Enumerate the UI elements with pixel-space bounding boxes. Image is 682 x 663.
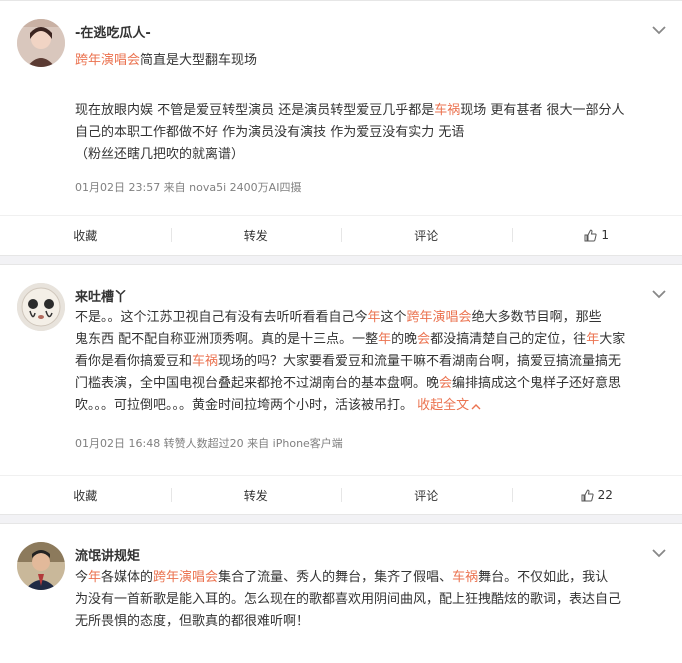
thumbs-up-icon <box>581 489 594 502</box>
comment-button[interactable]: 评论 <box>341 476 512 514</box>
text-segment: 自己的本职工作都做不好 作为演员没有演技 作为爱豆没有实力 无语 <box>75 125 464 140</box>
keyword-highlight: 会 <box>439 376 452 391</box>
collapse-label: 收起全文 <box>413 398 469 413</box>
comment-label: 评论 <box>414 487 438 504</box>
username[interactable]: 流氓讲规矩 <box>75 545 140 564</box>
action-bar: 收藏 转发 评论 22 <box>0 475 682 514</box>
keyword-highlight: 车祸 <box>434 103 460 118</box>
text-segment: 集合了流量、秀人的舞台，集齐了假唱、 <box>218 570 452 585</box>
text-segment: 舞台。不仅如此，我认 <box>478 570 608 585</box>
chevron-up-icon <box>471 399 481 412</box>
text-line: 为没有一首新歌是能入耳的。怎么现在的歌都喜欢用阴间曲风，配上狂拽酷炫的歌词，表达… <box>75 589 664 611</box>
text-segment: 大家 <box>599 332 625 347</box>
comment-meta: 01月02日 23:57 来自 nova5i 2400万AI四摄 <box>75 179 301 195</box>
text-segment: 这个 <box>381 310 407 325</box>
thumbs-up-icon <box>584 229 597 242</box>
comment-label: 评论 <box>414 227 438 244</box>
comment-text: 现在放眼内娱 不管是爱豆转型演员 还是演员转型爱豆几乎都是车祸现场 更有甚者 很… <box>75 100 664 166</box>
text-line: （粉丝还瞎几把吹的就离谱） <box>75 144 664 166</box>
like-count: 1 <box>601 228 609 242</box>
text-segment: 简直是大型翻车现场 <box>140 53 257 68</box>
text-segment: 为没有一首新歌是能入耳的。怎么现在的歌都喜欢用阴间曲风，配上狂拽酷炫的歌词，表达… <box>75 592 621 607</box>
text-line: 现在放眼内娱 不管是爱豆转型演员 还是演员转型爱豆几乎都是车祸现场 更有甚者 很… <box>75 100 664 122</box>
text-segment: 门槛表演，全中国电视台叠起来都抢不过湖南台的基本盘啊。晚 <box>75 376 439 391</box>
text-line: 门槛表演，全中国电视台叠起来都抢不过湖南台的基本盘啊。晚会编排搞成这个鬼样子还好… <box>75 373 664 395</box>
text-line: 自己的本职工作都做不好 作为演员没有演技 作为爱豆没有实力 无语 <box>75 122 664 144</box>
repost-button[interactable]: 转发 <box>171 476 342 514</box>
like-button[interactable]: 22 <box>512 476 682 514</box>
keyword-highlight: 年 <box>586 332 599 347</box>
like-button[interactable]: 1 <box>512 216 682 254</box>
text-segment: 都没搞清楚自己的定位，往 <box>430 332 586 347</box>
text-segment: 绝大多数节目啊，那些 <box>472 310 602 325</box>
keyword-highlight: 年 <box>368 310 381 325</box>
text-segment: 现场的吗？大家要看爱豆和流量干嘛不看湖南台啊，搞爱豆搞流量搞无 <box>218 354 621 369</box>
repost-label: 转发 <box>244 487 268 504</box>
like-count: 22 <box>598 488 613 502</box>
keyword-highlight: 年 <box>378 332 391 347</box>
text-segment: 看你是看你搞爱豆和 <box>75 354 192 369</box>
collect-button[interactable]: 收藏 <box>0 216 171 254</box>
post-title: 跨年演唱会简直是大型翻车现场 <box>75 50 664 72</box>
keyword-highlight: 跨年演唱会 <box>407 310 472 325</box>
repost-button[interactable]: 转发 <box>171 216 342 254</box>
comment-card: -在逃吃瓜人- 跨年演唱会简直是大型翻车现场 现在放眼内娱 不管是爱豆转型演员 … <box>0 0 682 256</box>
chevron-down-icon[interactable] <box>652 25 666 35</box>
comment-button[interactable]: 评论 <box>341 216 512 254</box>
text-line: 不是。。这个江苏卫视自己有没有去听听看看自己今年这个跨年演唱会绝大多数节目啊，那… <box>75 307 664 329</box>
text-segment: 各媒体的 <box>101 570 153 585</box>
action-bar: 收藏 转发 评论 1 <box>0 215 682 254</box>
keyword-highlight: 跨年演唱会 <box>75 53 140 68</box>
keyword-highlight: 车祸 <box>192 354 218 369</box>
comment-card: 流氓讲规矩 今年各媒体的跨年演唱会集合了流量、秀人的舞台，集齐了假唱、车祸舞台。… <box>0 523 682 663</box>
text-line: 鬼东西 配不配自称亚洲顶秀啊。真的是十三点。一整年的晚会都没搞清楚自己的定位，往… <box>75 329 664 351</box>
comment-text: 今年各媒体的跨年演唱会集合了流量、秀人的舞台，集齐了假唱、车祸舞台。不仅如此，我… <box>75 567 664 633</box>
username[interactable]: 来吐槽丫 <box>75 286 127 305</box>
text-segment: 吹。。。可拉倒吧。。。黄金时间拉垮两个小时，活该被吊打。 <box>75 398 413 413</box>
repost-label: 转发 <box>244 227 268 244</box>
keyword-highlight: 年 <box>88 570 101 585</box>
collect-label: 收藏 <box>73 487 97 504</box>
text-segment: 的晚 <box>391 332 417 347</box>
collect-button[interactable]: 收藏 <box>0 476 171 514</box>
text-line: 吹。。。可拉倒吧。。。黄金时间拉垮两个小时，活该被吊打。 收起全文 <box>75 395 664 417</box>
text-segment: 编排搞成这个鬼样子还好意思 <box>452 376 621 391</box>
keyword-highlight: 跨年演唱会 <box>153 570 218 585</box>
username[interactable]: -在逃吃瓜人- <box>75 22 151 41</box>
comment-card: 来吐槽丫 不是。。这个江苏卫视自己有没有去听听看看自己今年这个跨年演唱会绝大多数… <box>0 264 682 515</box>
avatar[interactable] <box>17 542 65 590</box>
text-segment: 现在放眼内娱 不管是爱豆转型演员 还是演员转型爱豆几乎都是 <box>75 103 434 118</box>
text-line: 今年各媒体的跨年演唱会集合了流量、秀人的舞台，集齐了假唱、车祸舞台。不仅如此，我… <box>75 567 664 589</box>
text-segment: 无所畏惧的态度，但歌真的都很难听啊！ <box>75 614 309 629</box>
text-line: 无所畏惧的态度，但歌真的都很难听啊！ <box>75 611 664 633</box>
collapse-text-link[interactable]: 收起全文 <box>413 398 481 413</box>
comment-text: 不是。。这个江苏卫视自己有没有去听听看看自己今年这个跨年演唱会绝大多数节目啊，那… <box>75 307 664 417</box>
keyword-highlight: 会 <box>417 332 430 347</box>
avatar[interactable] <box>17 19 65 67</box>
keyword-highlight: 车祸 <box>452 570 478 585</box>
text-segment: （粉丝还瞎几把吹的就离谱） <box>75 147 244 162</box>
chevron-down-icon[interactable] <box>652 289 666 299</box>
text-segment: 今 <box>75 570 88 585</box>
avatar[interactable] <box>17 283 65 331</box>
text-segment: 不是。。这个江苏卫视自己有没有去听听看看自己今 <box>75 310 368 325</box>
collect-label: 收藏 <box>73 227 97 244</box>
comment-meta: 01月02日 16:48 转赞人数超过20 来自 iPhone客户端 <box>75 435 343 451</box>
text-segment: 现场 更有甚者 很大一部分人 <box>460 103 624 118</box>
chevron-down-icon[interactable] <box>652 548 666 558</box>
text-segment: 鬼东西 配不配自称亚洲顶秀啊。真的是十三点。一整 <box>75 332 378 347</box>
text-line: 看你是看你搞爱豆和车祸现场的吗？大家要看爱豆和流量干嘛不看湖南台啊，搞爱豆搞流量… <box>75 351 664 373</box>
